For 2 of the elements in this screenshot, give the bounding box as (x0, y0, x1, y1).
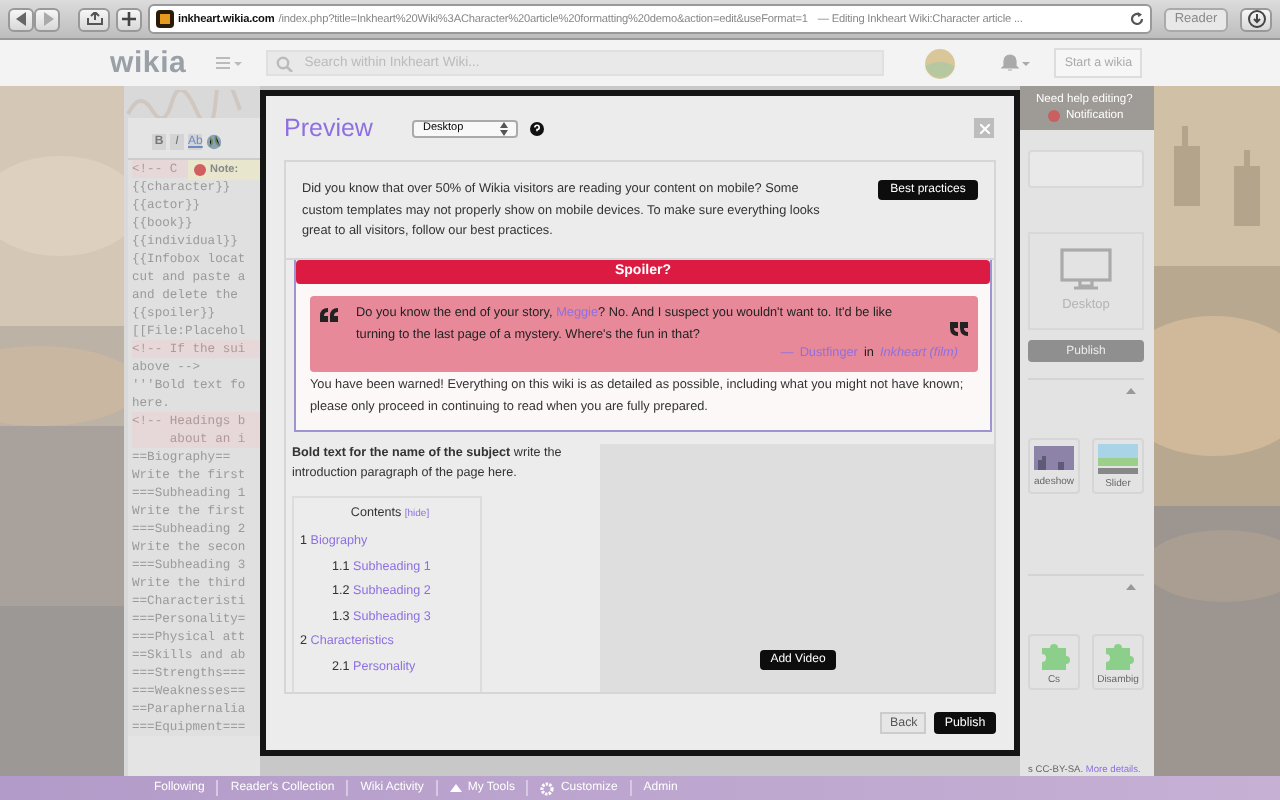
site-logo[interactable]: wikia (110, 46, 187, 80)
dialog-title: Preview (284, 114, 373, 142)
